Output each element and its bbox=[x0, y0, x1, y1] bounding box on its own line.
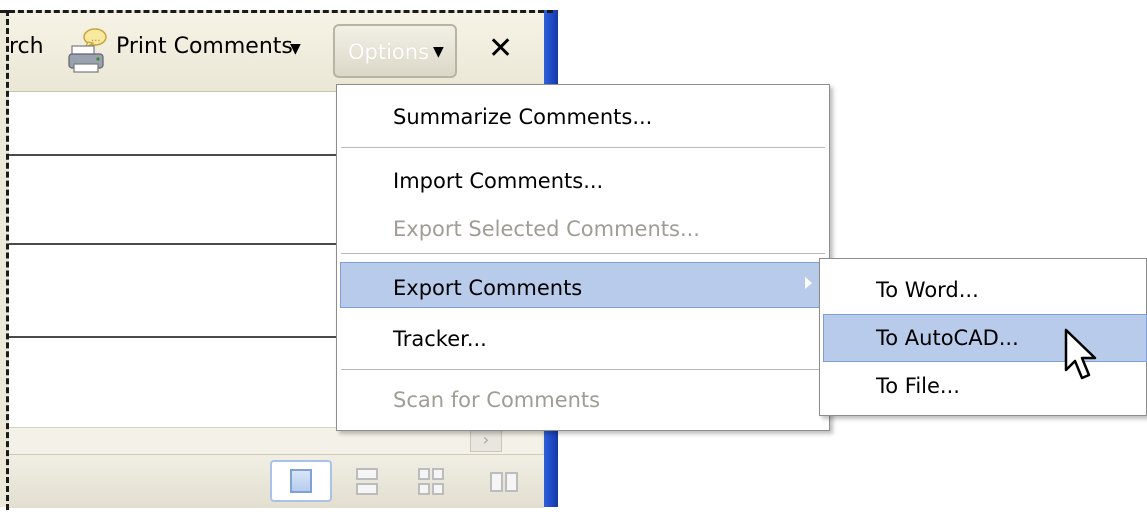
menu-separator bbox=[341, 253, 825, 254]
options-button[interactable]: Options ▼ bbox=[333, 24, 457, 78]
menu-separator bbox=[341, 369, 825, 370]
single-page-view-button[interactable] bbox=[270, 460, 332, 502]
list-row-separator bbox=[9, 243, 342, 245]
list-row-separator bbox=[9, 336, 342, 338]
list-row-separator bbox=[9, 154, 342, 156]
svg-text:...: ... bbox=[91, 33, 101, 44]
menu-item-import-comments[interactable]: Import Comments... bbox=[393, 171, 603, 192]
mouse-cursor-icon bbox=[1064, 328, 1100, 388]
menu-item-export-selected-comments: Export Selected Comments... bbox=[393, 217, 700, 241]
menu-item-summarize-comments[interactable]: Summarize Comments... bbox=[393, 107, 652, 128]
selection-outline-top bbox=[0, 10, 553, 13]
selection-outline-left bbox=[6, 10, 9, 510]
continuous-view-icon[interactable] bbox=[356, 468, 380, 496]
print-comments-label[interactable]: Print Comments bbox=[116, 36, 293, 58]
print-comments-dropdown-icon[interactable]: ▼ bbox=[290, 41, 301, 57]
options-dropdown-icon: ▼ bbox=[433, 44, 444, 60]
submenu-item-to-file[interactable]: To File... bbox=[876, 376, 960, 397]
options-menu: Summarize Comments... Import Comments...… bbox=[336, 84, 830, 431]
menu-separator bbox=[341, 147, 825, 148]
menu-item-scan-for-comments: Scan for Comments bbox=[393, 388, 601, 412]
menu-item-export-comments[interactable]: Export Comments bbox=[393, 278, 582, 299]
submenu-item-to-word[interactable]: To Word... bbox=[876, 280, 979, 301]
submenu-item-to-autocad[interactable]: To AutoCAD... bbox=[876, 328, 1019, 349]
single-page-view-icon bbox=[290, 469, 312, 493]
printer-comment-icon[interactable]: ... bbox=[68, 26, 108, 74]
submenu-arrow-icon bbox=[805, 277, 812, 289]
menu-item-tracker[interactable]: Tracker... bbox=[393, 329, 487, 350]
horizontal-scrollbar[interactable] bbox=[9, 427, 542, 455]
continuous-facing-view-icon[interactable] bbox=[490, 472, 520, 494]
close-icon[interactable]: ✕ bbox=[488, 34, 513, 64]
options-button-label: Options bbox=[348, 40, 430, 64]
scroll-right-button[interactable]: › bbox=[470, 428, 502, 452]
facing-view-icon[interactable] bbox=[418, 468, 446, 496]
search-button-label[interactable]: rch bbox=[9, 36, 44, 58]
